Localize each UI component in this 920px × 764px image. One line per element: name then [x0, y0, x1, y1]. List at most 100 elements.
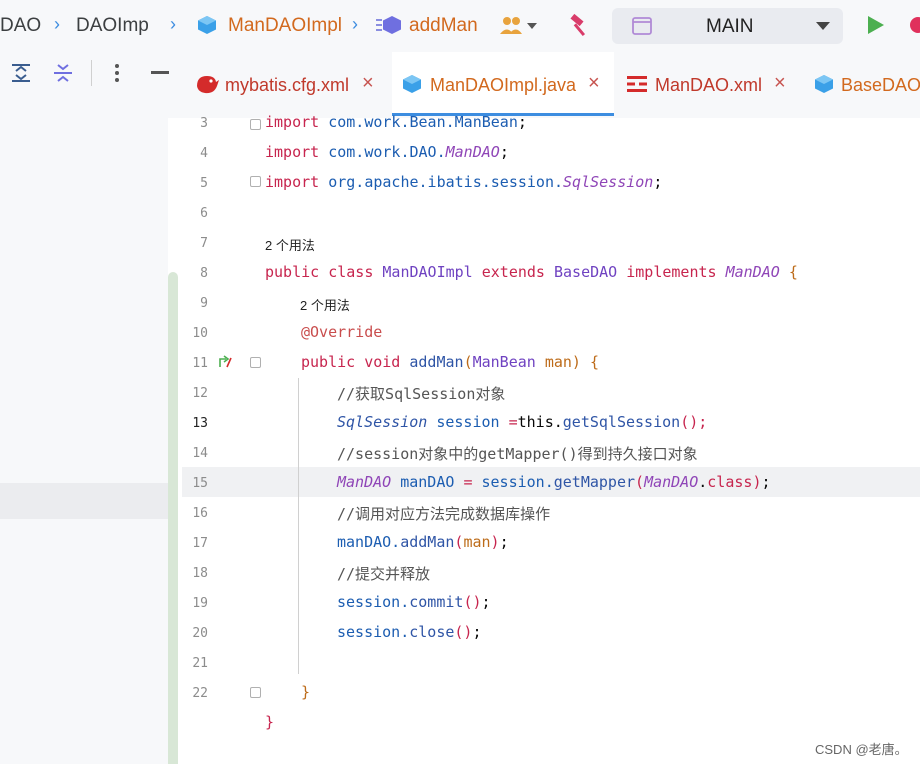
- tab-mybatis-cfg[interactable]: mybatis.cfg.xml ×: [182, 52, 392, 116]
- breadcrumb-daoimp[interactable]: DAOImp: [76, 15, 149, 37]
- code-token: (: [463, 353, 473, 371]
- line-number[interactable]: 15: [182, 476, 208, 491]
- debug-icon[interactable]: [906, 15, 920, 35]
- code-token: =: [463, 473, 482, 491]
- code-token: ): [490, 533, 500, 551]
- line-number[interactable]: 20: [182, 626, 208, 641]
- line-number[interactable]: 12: [182, 386, 208, 401]
- code-line-18[interactable]: session.close();: [337, 623, 482, 641]
- build-hammer-icon[interactable]: [567, 13, 593, 39]
- code-token: ;: [499, 533, 509, 551]
- close-icon[interactable]: ×: [774, 72, 786, 95]
- line-number[interactable]: 21: [182, 656, 208, 671]
- code-token: @Override: [301, 323, 383, 341]
- line-number[interactable]: 3: [182, 116, 208, 131]
- chevron-right-icon: ›: [54, 14, 60, 34]
- vcs-users-icon[interactable]: [498, 14, 540, 38]
- code-token: public void: [301, 353, 410, 371]
- close-icon[interactable]: ×: [588, 72, 600, 95]
- code-token: org.apache.ibatis.session.: [328, 173, 564, 191]
- override-method-icon[interactable]: [218, 353, 234, 369]
- line-number[interactable]: 18: [182, 566, 208, 581]
- code-line-3[interactable]: import com.work.Bean.ManBean;: [265, 113, 527, 131]
- minimize-icon[interactable]: [150, 66, 170, 80]
- project-panel[interactable]: [0, 118, 168, 764]
- code-line-5[interactable]: import org.apache.ibatis.session.SqlSess…: [265, 173, 662, 191]
- breadcrumb-method[interactable]: addMan: [409, 15, 478, 37]
- code-token: manDAO.: [337, 533, 401, 551]
- code-line-15[interactable]: manDAO.addMan(man);: [337, 533, 509, 551]
- line-number[interactable]: 10: [182, 326, 208, 341]
- code-line-16[interactable]: //提交并释放: [337, 563, 430, 584]
- code-token: ManDAO: [644, 473, 699, 491]
- code-line-4[interactable]: import com.work.DAO.ManDAO;: [265, 143, 509, 161]
- tab-mandaoimpl-java[interactable]: ManDAOImpl.java ×: [392, 52, 614, 116]
- code-line-12[interactable]: //session对象中的getMapper()得到持久接口对象: [337, 443, 698, 464]
- code-editor[interactable]: [182, 118, 920, 764]
- code-line-7[interactable]: public class ManDAOImpl extends BaseDAO …: [265, 263, 798, 281]
- code-token: getMapper: [553, 473, 636, 491]
- line-number[interactable]: 14: [182, 446, 208, 461]
- line-number[interactable]: 7: [182, 236, 208, 251]
- line-number[interactable]: 9: [182, 296, 208, 311]
- chevron-down-icon: [816, 22, 830, 30]
- breadcrumb-class[interactable]: ManDAOImpl: [228, 15, 342, 37]
- run-config-selector[interactable]: MAIN: [612, 8, 843, 44]
- watermark: CSDN @老唐。: [815, 742, 908, 757]
- code-token: man: [463, 533, 491, 551]
- line-number[interactable]: 19: [182, 596, 208, 611]
- class-icon: [403, 75, 421, 93]
- fold-icon[interactable]: [250, 176, 261, 187]
- fold-icon[interactable]: [250, 357, 261, 368]
- code-line-9[interactable]: public void addMan(ManBean man) {: [301, 353, 599, 371]
- line-number[interactable]: 8: [182, 266, 208, 281]
- code-token: commit: [409, 593, 464, 611]
- project-panel-selected-row[interactable]: [0, 483, 168, 519]
- code-token: ;: [499, 143, 509, 161]
- code-token: session.: [337, 623, 410, 641]
- fold-icon[interactable]: [250, 687, 261, 698]
- code-token: ManDAO: [725, 263, 789, 281]
- expand-all-icon[interactable]: [10, 62, 32, 84]
- line-number[interactable]: 22: [182, 686, 208, 701]
- code-token: ;: [472, 623, 482, 641]
- line-number[interactable]: 16: [182, 506, 208, 521]
- code-line-17[interactable]: session.commit();: [337, 593, 491, 611]
- tab-label: mybatis.cfg.xml: [225, 75, 350, 95]
- code-line-10[interactable]: //获取SqlSession对象: [337, 383, 505, 404]
- code-token: implements: [626, 263, 726, 281]
- code-line-11[interactable]: SqlSession session =this.getSqlSession()…: [337, 413, 707, 431]
- code-line-13[interactable]: ManDAO manDAO = session.getMapper(ManDAO…: [337, 473, 771, 491]
- code-token: session.: [337, 593, 410, 611]
- line-number[interactable]: 5: [182, 176, 208, 191]
- line-number[interactable]: 11: [182, 356, 208, 371]
- code-line-14[interactable]: //调用对应方法完成数据库操作: [337, 503, 550, 524]
- line-number[interactable]: 6: [182, 206, 208, 221]
- run-config-label: MAIN: [706, 16, 754, 37]
- code-token: close: [409, 623, 455, 641]
- code-token: session.: [481, 473, 554, 491]
- usages-hint[interactable]: 2 个用法: [300, 295, 350, 314]
- breadcrumb-dao[interactable]: DAO: [0, 15, 41, 37]
- code-token: manDAO: [400, 473, 464, 491]
- run-icon[interactable]: [867, 15, 885, 35]
- tab-basedao[interactable]: BaseDAO.ja: [800, 52, 920, 116]
- tab-mandao-xml[interactable]: ManDAO.xml ×: [614, 52, 800, 116]
- more-options-icon[interactable]: [113, 62, 121, 84]
- fold-icon[interactable]: [250, 119, 261, 130]
- toolbar-divider: [91, 60, 92, 86]
- vcs-changes-marker: [168, 272, 178, 764]
- code-token: ();: [680, 413, 708, 431]
- code-token: getSqlSession: [562, 413, 681, 431]
- code-line-20[interactable]: }: [301, 683, 310, 701]
- usages-hint[interactable]: 2 个用法: [265, 235, 315, 254]
- code-token: ;: [653, 173, 663, 191]
- code-line-21[interactable]: }: [265, 713, 274, 731]
- collapse-all-icon[interactable]: [52, 62, 74, 84]
- line-number[interactable]: 17: [182, 536, 208, 551]
- line-number[interactable]: 4: [182, 146, 208, 161]
- code-line-8[interactable]: @Override: [301, 323, 382, 341]
- close-icon[interactable]: ×: [362, 72, 374, 95]
- line-number[interactable]: 13: [182, 416, 208, 431]
- code-token: (: [635, 473, 645, 491]
